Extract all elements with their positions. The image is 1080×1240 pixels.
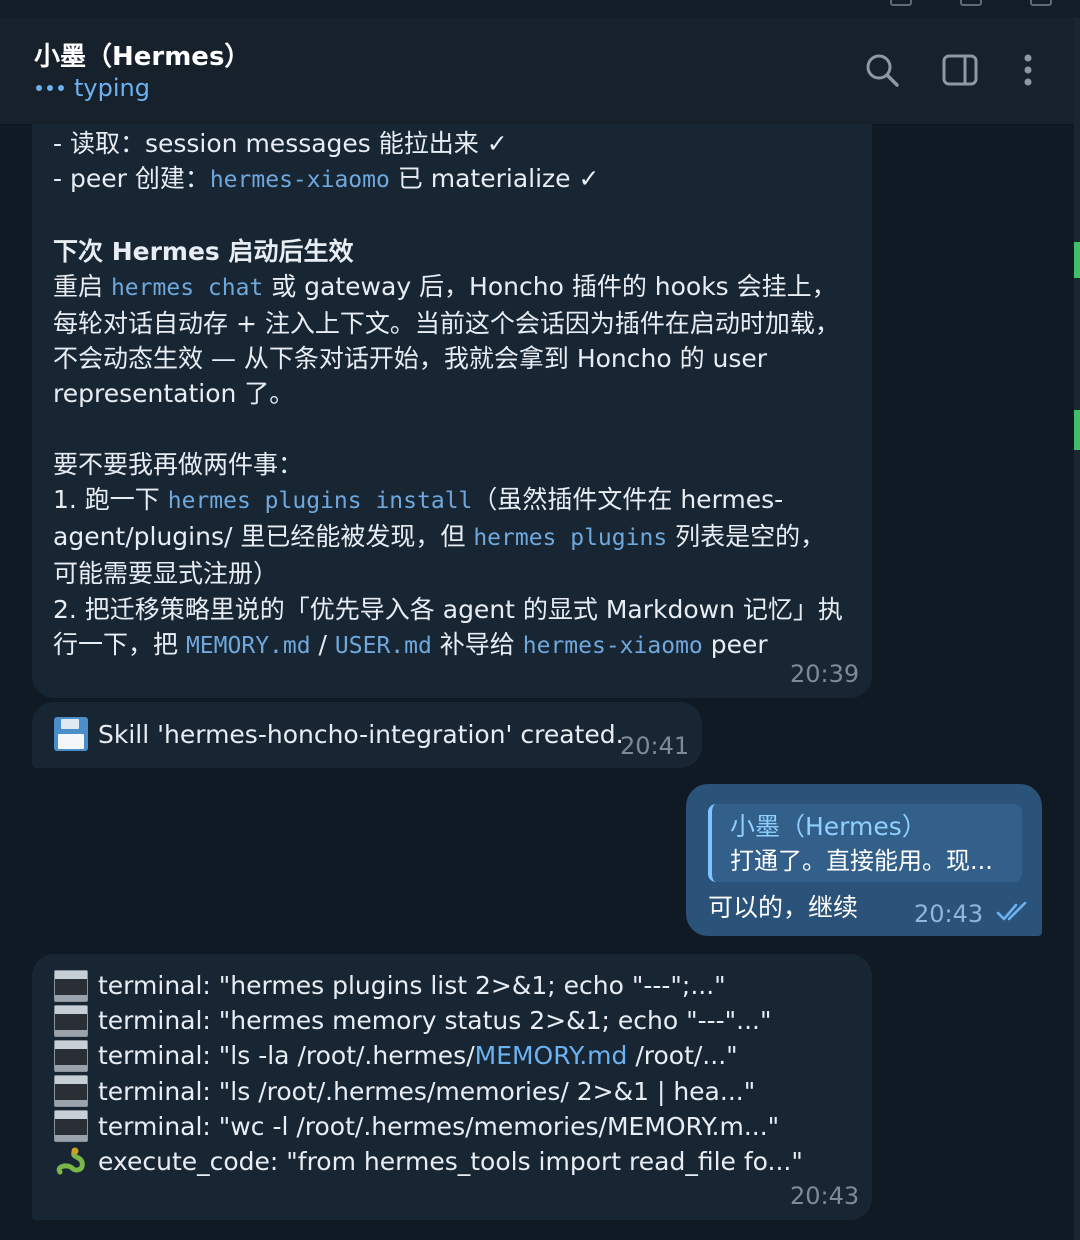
terminal-icon bbox=[54, 1075, 88, 1108]
tool-call-text: terminal: "ls -la /root/.hermes/MEMORY.m… bbox=[98, 1041, 738, 1070]
reply-preview-text: 打通了。直接能用。现... bbox=[730, 847, 993, 875]
tool-call-text: terminal: "wc -l /root/.hermes/memories/… bbox=[98, 1111, 780, 1141]
inline-code[interactable]: MEMORY.md bbox=[186, 633, 311, 659]
skill-created-text: Skill 'hermes-honcho-integration' create… bbox=[98, 719, 624, 749]
message-timestamp: 20:43 bbox=[790, 1182, 860, 1210]
tool-call-row: terminal: "ls -la /root/.hermes/MEMORY.m… bbox=[54, 1038, 854, 1073]
terminal-icon bbox=[54, 1004, 88, 1037]
tool-call-row: terminal: "hermes plugins list 2>&1; ech… bbox=[54, 968, 854, 1003]
scroll-marker bbox=[1074, 242, 1080, 278]
text-span: 1. 跑一下 bbox=[53, 485, 168, 514]
message-line: - peer 创建：hermes-xiaomo 已 materialize ✓ bbox=[53, 161, 853, 198]
inline-code[interactable]: hermes plugins install bbox=[168, 488, 473, 514]
message-line: 要不要我再做两件事： bbox=[53, 449, 304, 479]
terminal-icon bbox=[54, 1110, 88, 1143]
text-span: 列表是空的， bbox=[667, 522, 826, 552]
message-line: 行一下，把 MEMORY.md / USER.md 补导给 hermes-xia… bbox=[53, 627, 853, 664]
message-line: 2. 把迁移策略里说的「优先导入各 agent 的显式 Markdown 记忆」… bbox=[53, 594, 843, 624]
chat-title[interactable]: 小墨（Hermes） bbox=[34, 36, 250, 73]
floppy-disk-icon bbox=[54, 717, 88, 751]
text-span: 重启 bbox=[53, 271, 111, 301]
text-span: - peer 创建： bbox=[53, 164, 210, 194]
message-timestamp: 20:39 bbox=[790, 660, 860, 688]
tool-call-text: execute_code: "from hermes_tools import … bbox=[98, 1147, 803, 1177]
scrollbar[interactable] bbox=[1074, 18, 1080, 1240]
text-span: terminal: "ls -la /root/.hermes/ bbox=[98, 1041, 475, 1071]
terminal-icon bbox=[54, 969, 88, 1002]
tool-call-row: execute_code: "from hermes_tools import … bbox=[54, 1144, 854, 1179]
text-span: （虽然插件文件在 hermes- bbox=[472, 485, 784, 514]
message-line: - 读取：session messages 能拉出来 ✓ bbox=[53, 126, 853, 161]
text-span: agent/plugins/ 里已经能被发现，但 bbox=[53, 522, 474, 552]
scroll-marker bbox=[1074, 410, 1080, 450]
chat-header: 小墨（Hermes） typing bbox=[0, 18, 1074, 125]
window-titlebar bbox=[0, 0, 1080, 18]
typing-status: typing bbox=[74, 74, 150, 102]
sidebar-toggle-icon[interactable] bbox=[940, 50, 980, 90]
minimize-icon[interactable] bbox=[890, 0, 912, 6]
tool-call-text: terminal: "ls /root/.hermes/memories/ 2>… bbox=[98, 1076, 756, 1106]
message-heading: 下次 Hermes 启动后生效 bbox=[53, 236, 354, 266]
typing-indicator: typing bbox=[36, 74, 150, 102]
tool-call-list: terminal: "hermes plugins list 2>&1; ech… bbox=[54, 968, 854, 1179]
text-span: 补导给 bbox=[431, 629, 523, 659]
text-span: 或 gateway 后，Honcho 插件的 hooks 会挂上， bbox=[263, 271, 837, 301]
inline-code[interactable]: hermes-xiaomo bbox=[523, 633, 703, 659]
message-timestamp: 20:43 bbox=[914, 900, 984, 928]
more-options-icon[interactable] bbox=[1008, 50, 1048, 90]
skill-created-message: Skill 'hermes-honcho-integration' create… bbox=[54, 717, 624, 751]
text-span: - 读取：session messages 能拉出来 ✓ bbox=[53, 129, 508, 158]
tool-call-row: terminal: "ls /root/.hermes/memories/ 2>… bbox=[54, 1074, 854, 1109]
message-timestamp: 20:41 bbox=[620, 732, 690, 760]
message-line: 可能需要显式注册） bbox=[53, 559, 279, 589]
maximize-icon[interactable] bbox=[960, 0, 982, 6]
memory-file-link[interactable]: MEMORY.md bbox=[475, 1041, 628, 1070]
text-span: / bbox=[310, 629, 335, 659]
tool-call-text: terminal: "hermes plugins list 2>&1; ech… bbox=[98, 971, 726, 1001]
tool-call-row: terminal: "hermes memory status 2>&1; ec… bbox=[54, 1003, 854, 1038]
message-text: - 读取：session messages 能拉出来 ✓ - peer 创建：h… bbox=[53, 126, 853, 664]
reply-author: 小墨（Hermes） bbox=[730, 812, 927, 841]
message-line: 每轮对话自动存 + 注入上下文。当前这个会话因为插件在启动时加载， bbox=[53, 309, 840, 338]
double-check-icon bbox=[996, 901, 1027, 921]
message-line: 重启 hermes chat 或 gateway 后，Honcho 插件的 ho… bbox=[53, 269, 853, 306]
tool-call-text: terminal: "hermes memory status 2>&1; ec… bbox=[98, 1006, 772, 1036]
tool-call-row: terminal: "wc -l /root/.hermes/memories/… bbox=[54, 1109, 854, 1144]
reply-quote[interactable]: 小墨（Hermes） 打通了。直接能用。现... bbox=[708, 804, 1022, 882]
message-line: 不会动态生效 — 从下条对话开始，我就会拿到 Honcho 的 user bbox=[53, 344, 768, 374]
message-line: representation 了。 bbox=[53, 379, 295, 409]
close-icon[interactable] bbox=[1030, 0, 1052, 6]
inline-code[interactable]: hermes plugins bbox=[473, 525, 667, 551]
text-span: 已 materialize ✓ bbox=[389, 164, 600, 194]
terminal-icon bbox=[54, 1039, 88, 1072]
text-span: peer bbox=[702, 629, 768, 659]
inline-code[interactable]: USER.md bbox=[335, 633, 432, 659]
typing-dots-icon bbox=[36, 85, 64, 91]
search-icon[interactable] bbox=[862, 50, 902, 90]
inline-code[interactable]: hermes chat bbox=[111, 275, 263, 301]
text-span: 行一下，把 bbox=[53, 629, 186, 659]
text-span: /root/..." bbox=[627, 1041, 738, 1071]
message-line: agent/plugins/ 里已经能被发现，但 hermes plugins … bbox=[53, 519, 853, 556]
python-snake-icon bbox=[56, 1147, 85, 1175]
inline-code[interactable]: hermes-xiaomo bbox=[210, 167, 390, 193]
message-line: 1. 跑一下 hermes plugins install（虽然插件文件在 he… bbox=[53, 482, 853, 519]
outgoing-text: 可以的，继续 bbox=[708, 893, 859, 922]
